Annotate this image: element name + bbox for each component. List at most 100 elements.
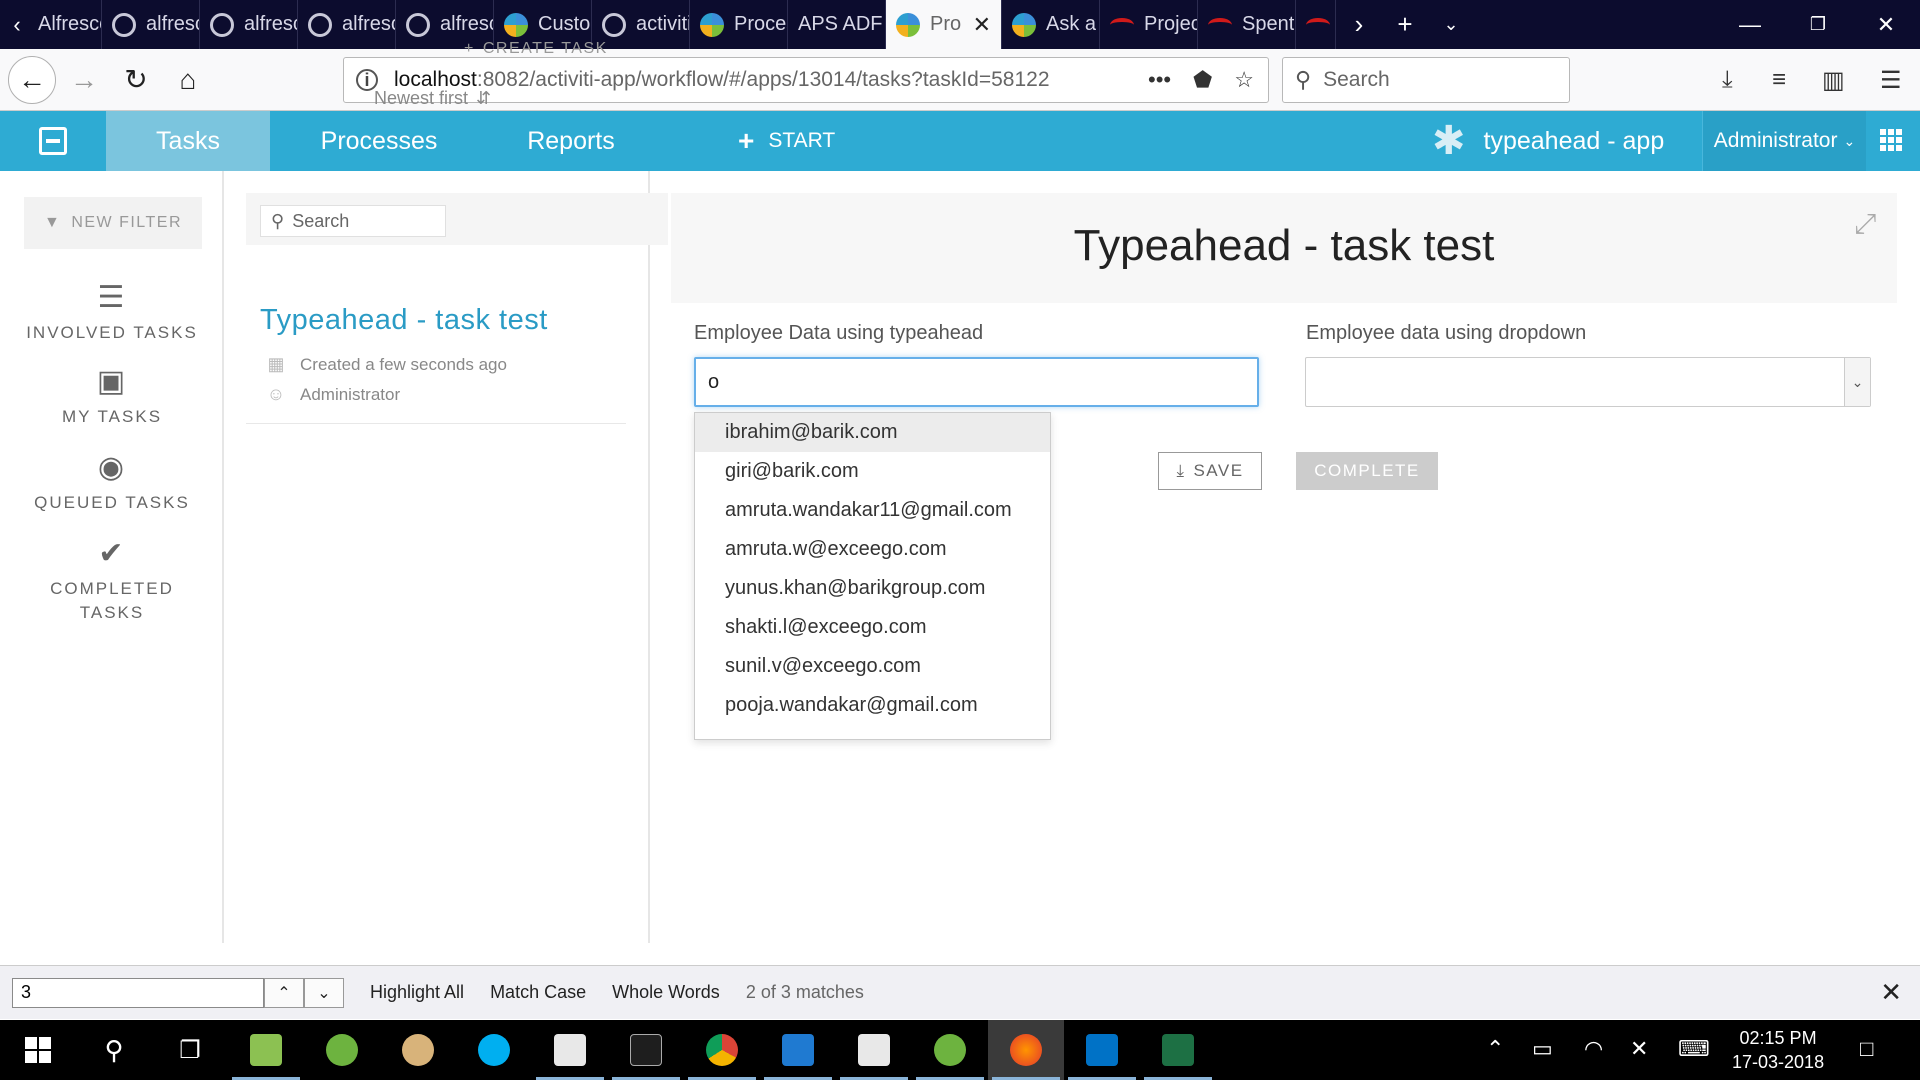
java-icon[interactable] xyxy=(532,1020,608,1080)
whole-words-toggle[interactable]: Whole Words xyxy=(612,982,720,1003)
task-view-icon[interactable]: ❐ xyxy=(152,1020,228,1080)
suggestion-item[interactable]: sunil.v@exceego.com xyxy=(695,647,1050,686)
library-icon[interactable]: ≡ xyxy=(1772,57,1786,103)
task-list-item[interactable]: Typeahead - task test ▦ Created a few se… xyxy=(246,294,626,424)
suggestion-item[interactable]: ibrahim@barik.com xyxy=(695,413,1050,452)
tab-scroll-right-button[interactable]: › xyxy=(1336,0,1382,49)
tab-reports[interactable]: Reports xyxy=(488,111,654,171)
start-button[interactable]: + START xyxy=(738,111,835,171)
find-input[interactable] xyxy=(12,977,264,1008)
pocket-icon[interactable]: ⬟ xyxy=(1193,67,1212,93)
minimize-window-button[interactable]: — xyxy=(1716,0,1784,49)
apps-grid-icon[interactable] xyxy=(1880,129,1902,151)
new-filter-button[interactable]: ▼ NEW FILTER xyxy=(24,197,202,249)
browser-tab[interactable]: Spent xyxy=(1198,0,1296,49)
page-actions-icon[interactable]: ••• xyxy=(1148,67,1171,93)
bookmark-star-icon[interactable]: ☆ xyxy=(1234,67,1254,93)
keyboard-icon[interactable]: ⌨ xyxy=(1678,1036,1710,1062)
filter-my-tasks[interactable]: ▣ MY TASKS xyxy=(0,367,224,429)
save-button[interactable]: ⤓ SAVE xyxy=(1158,452,1262,490)
suggestion-item[interactable]: amruta.wandakar11@gmail.com xyxy=(695,491,1050,530)
skype-icon[interactable] xyxy=(456,1020,532,1080)
forward-arrow-icon[interactable]: → xyxy=(60,56,108,104)
hamburger-menu-icon[interactable]: ☰ xyxy=(1880,57,1902,103)
wifi-icon[interactable]: ◠ xyxy=(1584,1036,1603,1062)
employee-dropdown[interactable]: ⌄ xyxy=(1305,357,1871,407)
command-prompt-icon[interactable] xyxy=(608,1020,684,1080)
volume-muted-icon[interactable]: ✕ xyxy=(1630,1036,1648,1062)
download-icon[interactable]: ⤓ xyxy=(1722,57,1733,103)
chevron-down-icon[interactable]: ⌄ xyxy=(1844,358,1870,406)
activiti-icon xyxy=(700,12,724,37)
highlight-all-toggle[interactable]: Highlight All xyxy=(370,982,464,1003)
browser-tab[interactable]: Alfresco xyxy=(34,0,102,49)
reload-icon[interactable]: ↻ xyxy=(112,56,160,104)
windows-start-icon[interactable] xyxy=(0,1020,76,1080)
tab-scroll-left-button[interactable]: ‹ xyxy=(0,0,34,49)
firefox-icon[interactable] xyxy=(988,1020,1064,1080)
tab-list-chevron-down-icon[interactable]: ⌄ xyxy=(1428,0,1474,49)
find-next-chevron-down-icon[interactable]: ⌄ xyxy=(304,977,344,1008)
spring-tool-suite-icon[interactable] xyxy=(912,1020,988,1080)
vscode-icon[interactable] xyxy=(760,1020,836,1080)
suggestion-item[interactable]: pooja.wandakar@gmail.com xyxy=(695,686,1050,725)
chrome-icon[interactable] xyxy=(684,1020,760,1080)
home-icon[interactable]: ⌂ xyxy=(164,56,212,104)
calendar-icon: ▦ xyxy=(267,354,285,374)
excel-icon[interactable] xyxy=(1140,1020,1216,1080)
new-tab-button[interactable]: + xyxy=(1382,0,1428,49)
browser-tab[interactable]: Ask a Q xyxy=(1002,0,1100,49)
suggestion-item[interactable]: amruta.w@exceego.com xyxy=(695,530,1050,569)
notifications-icon[interactable]: □ xyxy=(1860,1036,1873,1062)
browser-tab[interactable]: alfresco xyxy=(200,0,298,49)
browser-tab-active[interactable]: Pro ✕ xyxy=(886,0,1002,49)
browser-tab[interactable]: alfresco xyxy=(102,0,200,49)
task-search-input[interactable]: ⚲ Search xyxy=(260,205,446,237)
browser-search-bar[interactable]: ⚲ Search xyxy=(1282,57,1570,103)
close-window-button[interactable]: ✕ xyxy=(1852,0,1920,49)
outlook-icon[interactable] xyxy=(1064,1020,1140,1080)
filter-label: QUEUED TASKS xyxy=(34,493,190,512)
close-tab-icon[interactable]: ✕ xyxy=(973,12,991,38)
complete-button[interactable]: COMPLETE xyxy=(1296,452,1438,490)
browser-tab-strip: ‹ Alfresco alfresco alfresco alfresco al… xyxy=(0,0,1920,49)
back-arrow-icon[interactable]: ← xyxy=(8,55,56,104)
create-task-button[interactable]: + CREATE TASK xyxy=(464,40,608,58)
browser-tab[interactable]: alfresco xyxy=(298,0,396,49)
filter-involved-tasks[interactable]: ☰ INVOLVED TASKS xyxy=(0,283,224,345)
spring-tool-suite-icon[interactable] xyxy=(304,1020,380,1080)
typeahead-input[interactable] xyxy=(694,357,1259,407)
clock[interactable]: 02:15 PM 17-03-2018 xyxy=(1732,1026,1824,1074)
expand-icon[interactable]: ⤢ xyxy=(1854,208,1876,241)
java-icon[interactable] xyxy=(836,1020,912,1080)
battery-icon[interactable]: ▭ xyxy=(1532,1036,1553,1062)
browser-tab[interactable]: Project xyxy=(1100,0,1198,49)
user-menu[interactable]: Administrator ⌄ xyxy=(1702,111,1866,171)
suggestion-item[interactable]: shakti.l@exceego.com xyxy=(695,608,1050,647)
filter-completed-tasks[interactable]: ✔ COMPLETED TASKS xyxy=(0,539,224,625)
search-icon[interactable]: ⚲ xyxy=(76,1020,152,1080)
find-previous-chevron-up-icon[interactable]: ⌃ xyxy=(264,977,304,1008)
app-logo-icon[interactable] xyxy=(0,111,106,171)
filter-queued-tasks[interactable]: ◉ QUEUED TASKS xyxy=(0,453,224,515)
github-icon xyxy=(406,12,430,37)
browser-tab[interactable]: APS ADF A xyxy=(788,0,886,49)
close-find-bar-icon[interactable]: ✕ xyxy=(1880,977,1902,1008)
sort-toggle[interactable]: Newest first ⇵ xyxy=(374,88,491,109)
chevron-up-icon[interactable]: ⌃ xyxy=(1486,1036,1504,1062)
browser-tab[interactable]: Process xyxy=(690,0,788,49)
sidebar-icon[interactable]: ▥ xyxy=(1822,57,1845,103)
paint-icon[interactable] xyxy=(380,1020,456,1080)
match-case-toggle[interactable]: Match Case xyxy=(490,982,586,1003)
restore-window-button[interactable]: ❐ xyxy=(1784,0,1852,49)
notepad-plus-icon[interactable] xyxy=(228,1020,304,1080)
activiti-icon xyxy=(504,12,528,37)
suggestion-item[interactable]: giri@barik.com xyxy=(695,452,1050,491)
form-title: Typeahead - task test xyxy=(1073,221,1495,270)
sort-descending-icon: ⇵ xyxy=(476,88,492,108)
suggestion-item[interactable]: yunus.khan@barikgroup.com xyxy=(695,569,1050,608)
current-app[interactable]: ✱ typeahead - app xyxy=(1432,111,1664,171)
tab-tasks[interactable]: Tasks xyxy=(106,111,270,179)
browser-tab[interactable] xyxy=(1296,0,1336,49)
tab-processes[interactable]: Processes xyxy=(270,111,488,171)
